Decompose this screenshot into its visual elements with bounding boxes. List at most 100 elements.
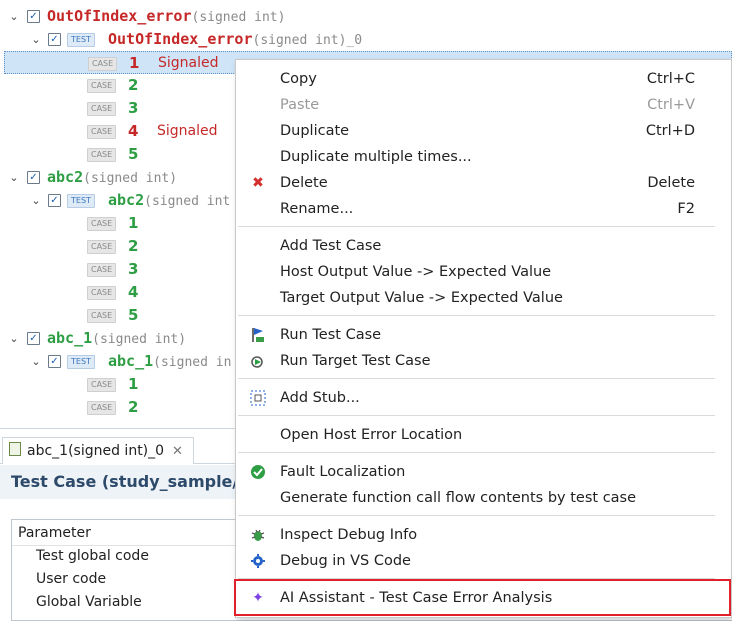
case-badge: CASE xyxy=(87,263,117,277)
case-number: 1 xyxy=(128,375,139,393)
run-flag-icon xyxy=(250,327,266,343)
menu-label: Duplicate multiple times... xyxy=(280,149,472,165)
checkbox[interactable]: ✓ xyxy=(48,194,61,207)
menu-item-generate-call-flow[interactable]: Generate function call flow contents by … xyxy=(236,486,731,510)
case-badge: CASE xyxy=(87,148,117,162)
chevron-down-icon[interactable]: ⌄ xyxy=(30,28,42,51)
checkbox[interactable]: ✓ xyxy=(27,10,40,23)
menu-item-duplicate[interactable]: Duplicate Ctrl+D xyxy=(236,119,731,143)
form-title: Test Case (study_sample/ab xyxy=(11,472,261,491)
chevron-down-icon[interactable]: ⌄ xyxy=(8,166,20,189)
editor-tab[interactable]: abc_1(signed int)_0 ✕ xyxy=(2,437,194,464)
case-number: 2 xyxy=(128,237,139,255)
case-badge: CASE xyxy=(87,401,117,415)
case-number: 2 xyxy=(128,398,139,416)
menu-item-open-host-error-location[interactable]: Open Host Error Location xyxy=(236,423,731,447)
menu-separator xyxy=(238,452,715,453)
chevron-down-icon[interactable]: ⌄ xyxy=(8,327,20,350)
menu-separator xyxy=(238,515,715,516)
debug-gear-icon xyxy=(250,553,266,569)
menu-item-duplicate-multiple[interactable]: Duplicate multiple times... xyxy=(236,145,731,169)
menu-item-rename[interactable]: Rename... F2 xyxy=(236,197,731,221)
close-icon[interactable]: ✕ xyxy=(172,444,183,459)
menu-label: Run Test Case xyxy=(280,327,382,343)
menu-shortcut: Ctrl+C xyxy=(646,71,695,87)
menu-item-run-test-case[interactable]: Run Test Case xyxy=(236,323,731,347)
test-file-icon xyxy=(9,442,21,456)
menu-item-delete[interactable]: ✖ Delete Delete xyxy=(236,171,731,195)
case-badge: CASE xyxy=(87,102,117,116)
test-name: abc_1(signed in xyxy=(108,352,232,370)
case-number: 4 xyxy=(128,122,139,140)
test-name: abc2(signed int xyxy=(108,191,231,209)
menu-item-fault-localization[interactable]: Fault Localization xyxy=(236,460,731,484)
checkbox[interactable]: ✓ xyxy=(27,171,40,184)
menu-label: Target Output Value -> Expected Value xyxy=(280,290,563,306)
menu-separator xyxy=(238,415,715,416)
case-badge: CASE xyxy=(88,57,118,71)
case-number: 3 xyxy=(128,99,139,117)
menu-label: Rename... xyxy=(280,201,354,217)
case-badge: CASE xyxy=(87,378,117,392)
menu-label: Add Test Case xyxy=(280,238,382,254)
menu-label: Host Output Value -> Expected Value xyxy=(280,264,552,280)
menu-label: Generate function call flow contents by … xyxy=(280,490,637,506)
highlight-box xyxy=(234,579,731,616)
menu-label: Delete xyxy=(280,175,328,191)
case-badge: CASE xyxy=(87,217,117,231)
checkbox[interactable]: ✓ xyxy=(48,355,61,368)
stub-icon xyxy=(250,390,266,406)
menu-item-paste[interactable]: Paste Ctrl+V xyxy=(236,93,731,117)
menu-item-add-test-case[interactable]: Add Test Case xyxy=(236,234,731,258)
menu-label: Debug in VS Code xyxy=(280,553,411,569)
function-name: OutOfIndex_error(signed int) xyxy=(47,7,286,25)
menu-shortcut: Ctrl+D xyxy=(645,123,695,139)
case-number: 5 xyxy=(128,306,139,324)
case-status: Signaled xyxy=(158,55,219,71)
menu-label: Open Host Error Location xyxy=(280,427,463,443)
test-name: OutOfIndex_error(signed int)_0 xyxy=(108,30,363,48)
bug-icon xyxy=(250,527,266,543)
menu-shortcut: F2 xyxy=(677,201,695,217)
case-status: Signaled xyxy=(157,123,218,139)
menu-item-run-target-test-case[interactable]: Run Target Test Case xyxy=(236,349,731,373)
case-badge: CASE xyxy=(87,286,117,300)
tree-test-row[interactable]: ⌄ ✓ TEST OutOfIndex_error(signed int)_0 xyxy=(0,28,732,51)
menu-item-host-output-to-expected[interactable]: Host Output Value -> Expected Value xyxy=(236,260,731,284)
menu-label: Copy xyxy=(280,71,317,87)
run-target-icon xyxy=(250,353,266,369)
menu-separator xyxy=(238,315,715,316)
case-number: 1 xyxy=(129,54,140,72)
case-badge: CASE xyxy=(87,79,117,93)
checkbox[interactable]: ✓ xyxy=(48,33,61,46)
chevron-down-icon[interactable]: ⌄ xyxy=(30,189,42,212)
case-number: 4 xyxy=(128,283,139,301)
function-name: abc_1(signed int) xyxy=(47,329,187,347)
menu-label: Run Target Test Case xyxy=(280,353,431,369)
chevron-down-icon[interactable]: ⌄ xyxy=(30,350,42,373)
menu-separator xyxy=(238,226,715,227)
menu-item-inspect-debug-info[interactable]: Inspect Debug Info xyxy=(236,523,731,547)
chevron-down-icon[interactable]: ⌄ xyxy=(8,5,20,28)
context-menu: Copy Ctrl+C Paste Ctrl+V Duplicate Ctrl+… xyxy=(235,59,732,618)
tree-group-row[interactable]: ⌄ ✓ OutOfIndex_error(signed int) xyxy=(0,5,732,28)
menu-label: Fault Localization xyxy=(280,464,406,480)
case-number: 5 xyxy=(128,145,139,163)
menu-shortcut: Ctrl+V xyxy=(647,97,695,113)
checkbox[interactable]: ✓ xyxy=(27,332,40,345)
menu-shortcut: Delete xyxy=(647,175,695,191)
menu-item-copy[interactable]: Copy Ctrl+C xyxy=(236,67,731,91)
case-badge: CASE xyxy=(87,240,117,254)
menu-separator xyxy=(238,378,715,379)
menu-item-target-output-to-expected[interactable]: Target Output Value -> Expected Value xyxy=(236,286,731,310)
menu-label: Paste xyxy=(280,97,320,113)
menu-label: Duplicate xyxy=(280,123,350,139)
fault-localization-icon xyxy=(250,464,266,480)
case-number: 1 xyxy=(128,214,139,232)
menu-item-add-stub[interactable]: Add Stub... xyxy=(236,386,731,410)
menu-item-debug-in-vscode[interactable]: Debug in VS Code xyxy=(236,549,731,573)
test-badge: TEST xyxy=(67,33,95,47)
case-number: 3 xyxy=(128,260,139,278)
menu-label: Inspect Debug Info xyxy=(280,527,418,543)
delete-x-icon: ✖ xyxy=(252,175,264,191)
